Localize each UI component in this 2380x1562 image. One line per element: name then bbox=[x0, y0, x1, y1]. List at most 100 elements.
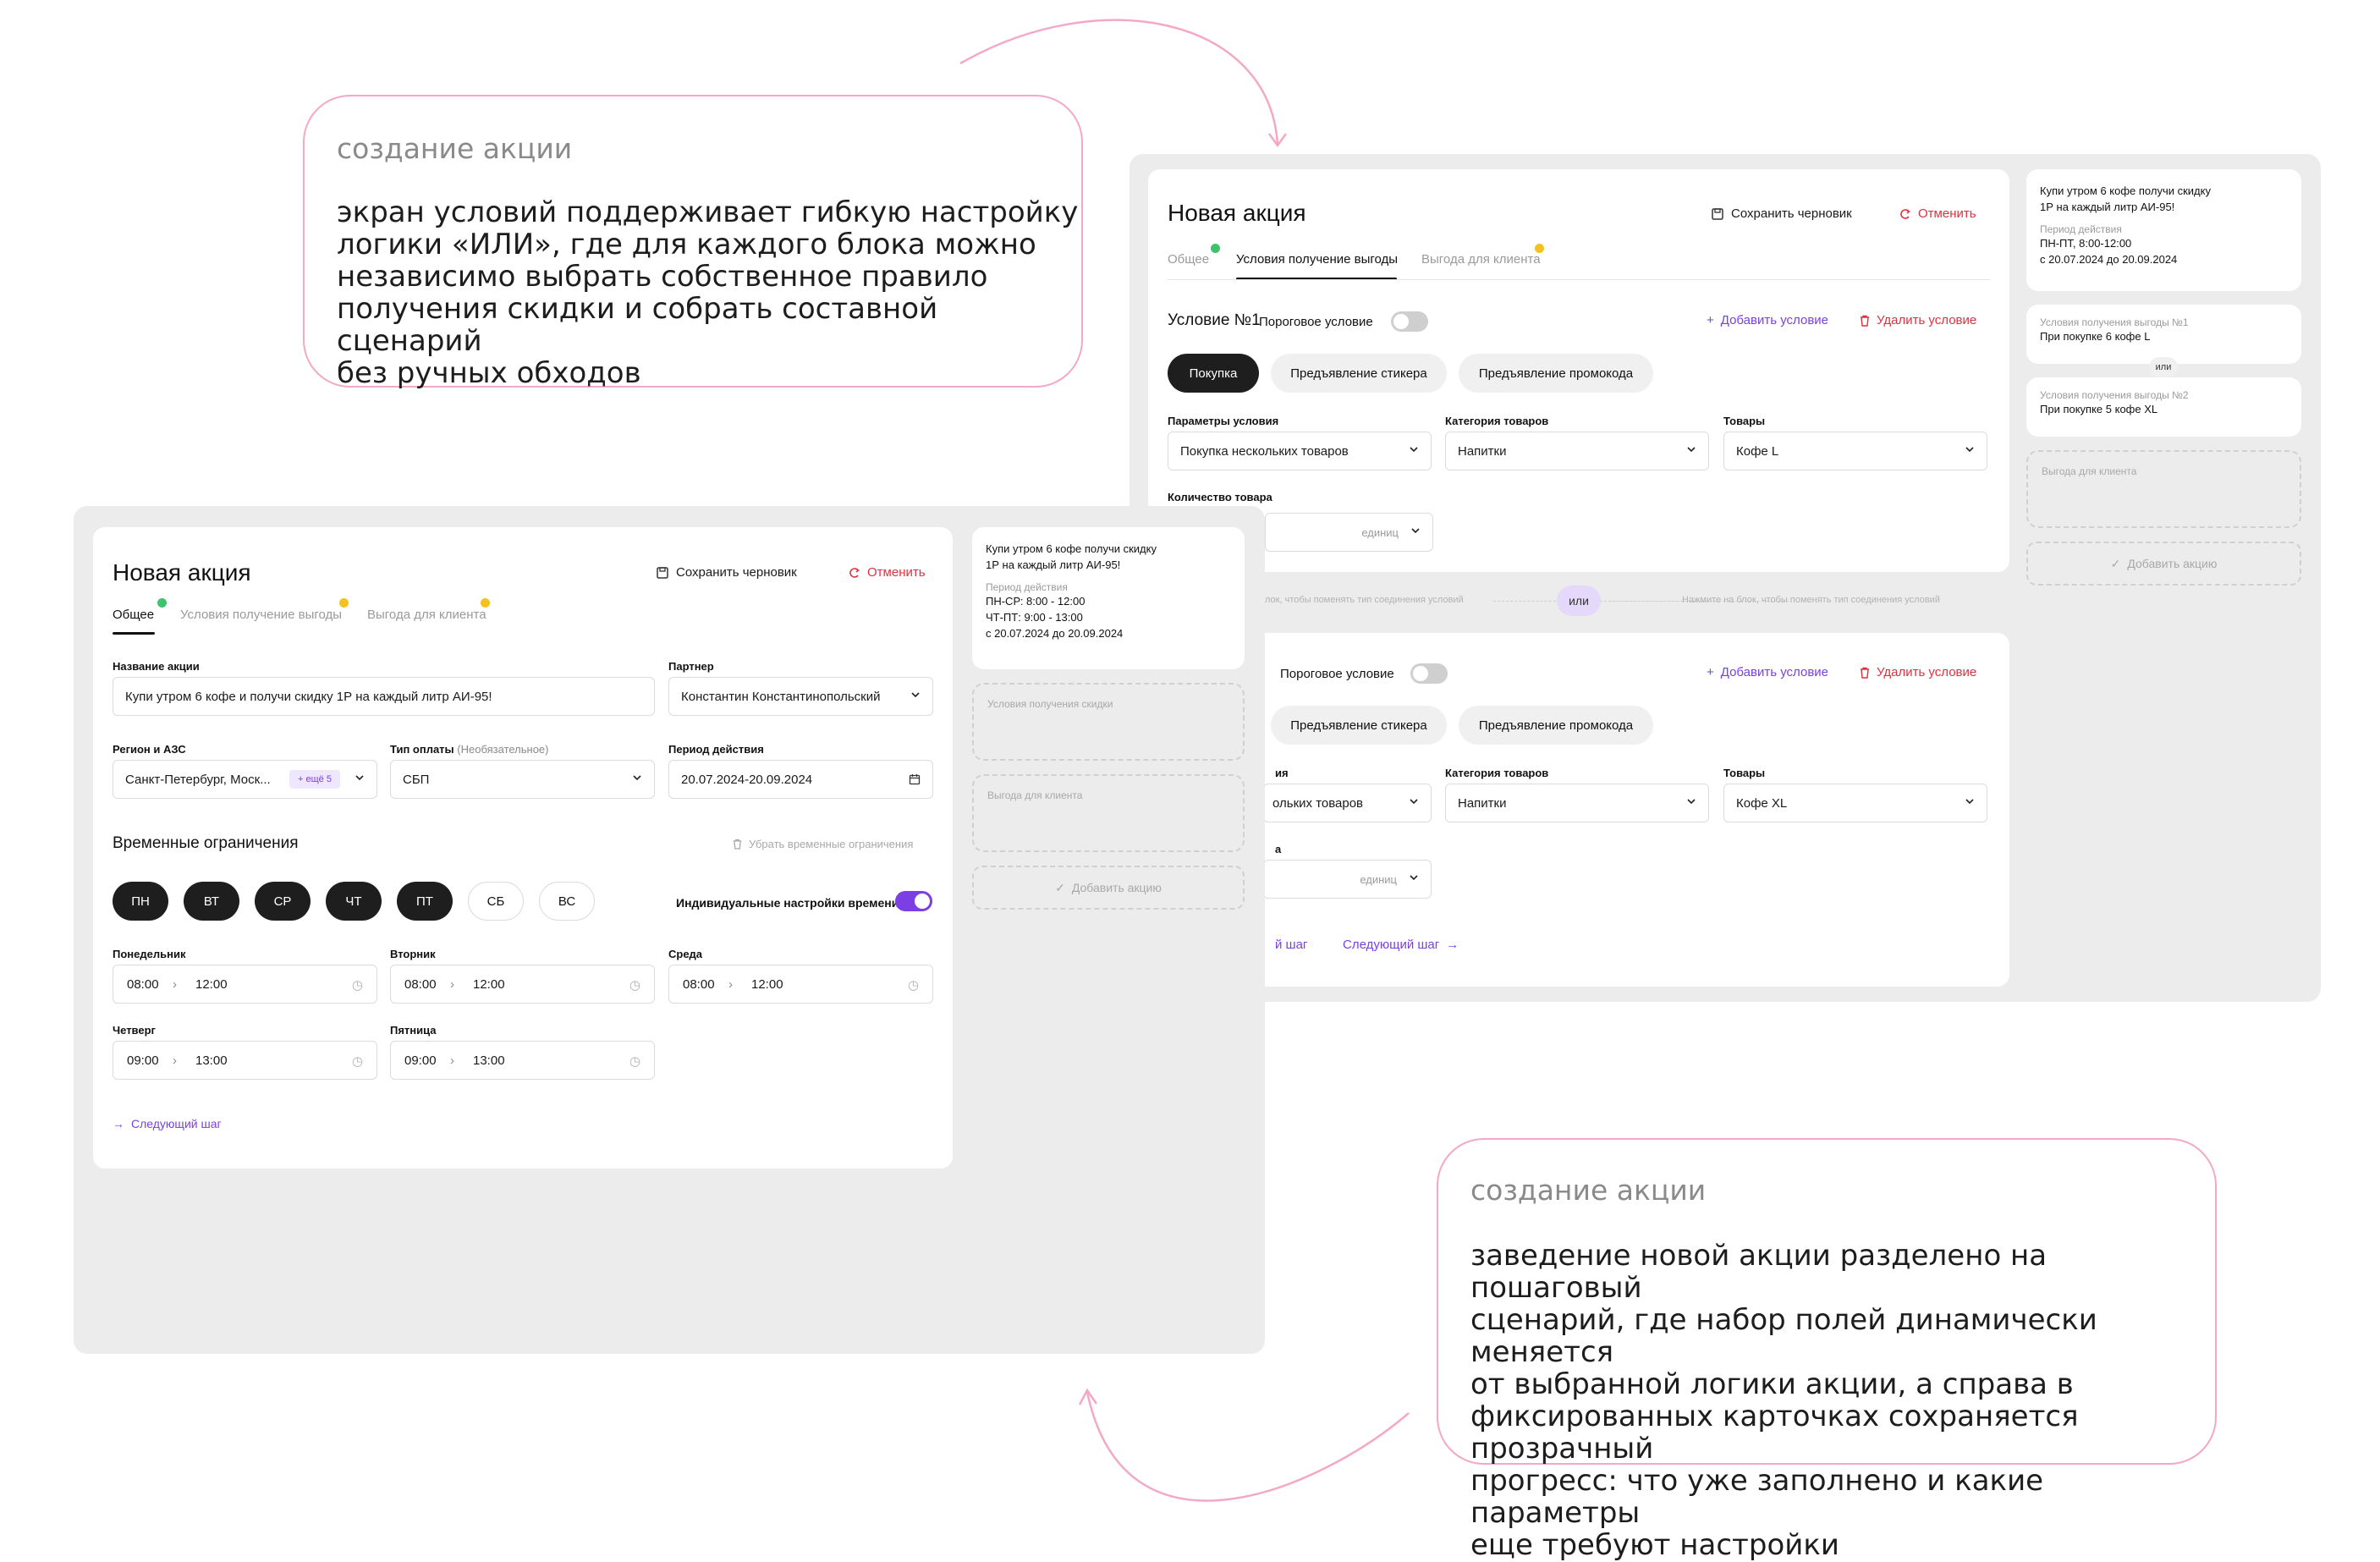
page-title: Новая акция bbox=[113, 559, 251, 586]
tab-conditions[interactable]: Условия получение выгоды bbox=[180, 608, 342, 622]
next-step-button[interactable]: → Следующий шаг bbox=[113, 1117, 222, 1130]
add-promo-button[interactable]: ✓ Добавить акцию bbox=[2026, 542, 2301, 586]
day-toggle-fri[interactable]: ПТ bbox=[397, 882, 453, 921]
time-from: 09:00 bbox=[404, 1053, 437, 1068]
time-to: 12:00 bbox=[195, 977, 228, 992]
tab-benefit[interactable]: Выгода для клиента bbox=[367, 608, 486, 622]
screen-general: Новая акция Сохранить черновик Отменить … bbox=[74, 506, 1265, 1354]
region-more-badge[interactable]: + ещё 5 bbox=[289, 770, 340, 789]
time-to: 12:00 bbox=[751, 977, 783, 992]
goods-select[interactable]: Кофе XL bbox=[1723, 784, 1987, 822]
plus-icon: + bbox=[1707, 313, 1714, 327]
params-label: Параметры условия bbox=[1168, 415, 1279, 427]
plus-icon: + bbox=[1707, 665, 1714, 679]
time-range-input[interactable]: 09:00 › 13:00 ◷ bbox=[113, 1041, 377, 1080]
cancel-button[interactable]: Отменить bbox=[1899, 206, 1976, 221]
tab-general[interactable]: Общее bbox=[1168, 252, 1209, 267]
schedule-day-label: Пятница bbox=[390, 1024, 437, 1037]
quantity-label: Количество товара bbox=[1168, 491, 1272, 503]
screen-conditions: Новая акция Сохранить черновик Отменить … bbox=[1130, 154, 2321, 1002]
params-label: ия bbox=[1275, 767, 1289, 779]
condition-1-summary-card: Условия получения выгоды №1 При покупке … bbox=[2026, 305, 2301, 364]
promo-name-value: Купи утром 6 кофе и получи скидку 1Р на … bbox=[125, 689, 492, 704]
period-value: 20.07.2024-20.09.2024 bbox=[681, 772, 813, 787]
callout-bottom-body: заведение новой акции разделено на пошаг… bbox=[1470, 1240, 2215, 1561]
save-draft-button[interactable]: Сохранить черновик bbox=[1711, 206, 1852, 221]
cancel-button[interactable]: Отменить bbox=[849, 565, 926, 580]
time-range-input[interactable]: 08:00 › 12:00 ◷ bbox=[113, 965, 377, 1004]
threshold-toggle[interactable] bbox=[1391, 311, 1428, 332]
condition-type-promocode[interactable]: Предъявление промокода bbox=[1459, 706, 1653, 745]
chevron-right-icon: › bbox=[450, 977, 454, 992]
time-to: 13:00 bbox=[473, 1053, 505, 1068]
day-toggle-wed[interactable]: СР bbox=[255, 882, 311, 921]
params-select[interactable]: ольких товаров bbox=[1263, 784, 1432, 822]
benefit-placeholder-label: Выгода для клиента bbox=[987, 789, 1083, 801]
tab-conditions[interactable]: Условия получение выгоды bbox=[1236, 252, 1398, 267]
tab-general[interactable]: Общее bbox=[113, 608, 154, 622]
calendar-icon bbox=[909, 774, 921, 785]
general-main-panel: Новая акция Сохранить черновик Отменить … bbox=[93, 527, 953, 1169]
schedule-day-label: Среда bbox=[668, 948, 703, 960]
remove-time-limits-label: Убрать временные ограничения bbox=[749, 838, 914, 850]
delete-condition-button[interactable]: Удалить условие bbox=[1860, 313, 1976, 327]
chevron-down-icon bbox=[1410, 799, 1418, 805]
condition-type-purchase[interactable]: Покупка bbox=[1168, 354, 1259, 393]
chevron-right-icon: › bbox=[728, 977, 733, 992]
day-toggle-tue[interactable]: ВТ bbox=[184, 882, 239, 921]
condition-2-panel: Пороговое условие + Добавить условие Удал… bbox=[1148, 633, 2009, 987]
benefit-placeholder-label: Выгода для клиента bbox=[2042, 465, 2137, 477]
day-toggle-thu[interactable]: ЧТ bbox=[326, 882, 382, 921]
or-toggle-pill[interactable]: или bbox=[1557, 586, 1601, 616]
params-select[interactable]: Покупка нескольких товаров bbox=[1168, 432, 1432, 470]
region-label: Регион и АЗС bbox=[113, 743, 186, 756]
category-select[interactable]: Напитки bbox=[1445, 784, 1709, 822]
time-range-input[interactable]: 09:00 › 13:00 ◷ bbox=[390, 1041, 655, 1080]
quantity-label: а bbox=[1275, 843, 1282, 855]
period-input[interactable]: 20.07.2024-20.09.2024 bbox=[668, 760, 933, 799]
condition-type-promocode[interactable]: Предъявление промокода bbox=[1459, 354, 1653, 393]
or-hint-left: лок, чтобы поменять тип соединения услов… bbox=[1265, 595, 1464, 605]
delete-condition-label: Удалить условие bbox=[1877, 313, 1977, 327]
add-promo-button[interactable]: ✓ Добавить акцию bbox=[972, 866, 1245, 910]
condition-summary-value: При покупке 6 кофе L bbox=[2040, 330, 2151, 343]
threshold-toggle[interactable] bbox=[1410, 663, 1448, 684]
day-toggle-sun[interactable]: ВС bbox=[539, 882, 595, 921]
time-range-input[interactable]: 08:00 › 12:00 ◷ bbox=[668, 965, 933, 1004]
trash-icon bbox=[733, 839, 742, 850]
partner-select[interactable]: Константин Константинопольский bbox=[668, 677, 933, 716]
time-to: 12:00 bbox=[473, 977, 505, 992]
trash-icon bbox=[1861, 315, 1869, 327]
threshold-label: Пороговое условие bbox=[1259, 315, 1373, 329]
payment-select[interactable]: СБП bbox=[390, 760, 655, 799]
save-draft-button[interactable]: Сохранить черновик bbox=[656, 565, 797, 580]
check-icon: ✓ bbox=[2110, 556, 2121, 570]
condition-summary-value: При покупке 5 кофе XL bbox=[2040, 403, 2158, 415]
prev-step-button[interactable]: й шаг bbox=[1275, 938, 1307, 952]
callout-top-line: без ручных обходов bbox=[337, 356, 641, 390]
day-toggle-mon[interactable]: ПН bbox=[113, 882, 168, 921]
remove-time-limits-button[interactable]: Убрать временные ограничения bbox=[733, 838, 913, 850]
quantity-input[interactable]: единиц bbox=[1263, 860, 1432, 899]
quantity-placeholder: единиц bbox=[1361, 525, 1399, 539]
add-condition-button[interactable]: + Добавить условие bbox=[1707, 313, 1828, 327]
time-range-input[interactable]: 08:00 › 12:00 ◷ bbox=[390, 965, 655, 1004]
condition-type-sticker[interactable]: Предъявление стикера bbox=[1271, 354, 1447, 393]
add-condition-button[interactable]: + Добавить условие bbox=[1707, 665, 1828, 679]
summary-card: Купи утром 6 кофе получи скидку 1Р на ка… bbox=[2026, 169, 2301, 291]
individual-time-toggle[interactable] bbox=[895, 891, 932, 911]
callout-top-line: независимо выбрать собственное правило bbox=[337, 260, 988, 294]
promo-name-input[interactable]: Купи утром 6 кофе и получи скидку 1Р на … bbox=[113, 677, 655, 716]
tab-benefit[interactable]: Выгода для клиента bbox=[1421, 252, 1541, 267]
threshold-label: Пороговое условие bbox=[1280, 667, 1394, 681]
delete-condition-button[interactable]: Удалить условие bbox=[1860, 665, 1976, 679]
goods-select[interactable]: Кофе L bbox=[1723, 432, 1987, 470]
condition-type-sticker[interactable]: Предъявление стикера bbox=[1271, 706, 1447, 745]
category-select[interactable]: Напитки bbox=[1445, 432, 1709, 470]
summary-promo-line: Купи утром 6 кофе получи скидку bbox=[2040, 184, 2211, 197]
next-step-button[interactable]: Следующий шаг → bbox=[1343, 938, 1459, 952]
check-icon: ✓ bbox=[1055, 880, 1065, 894]
day-toggle-sat[interactable]: СБ bbox=[468, 882, 524, 921]
quantity-input[interactable]: единиц bbox=[1265, 513, 1433, 552]
save-draft-label: Сохранить черновик bbox=[1731, 206, 1852, 221]
